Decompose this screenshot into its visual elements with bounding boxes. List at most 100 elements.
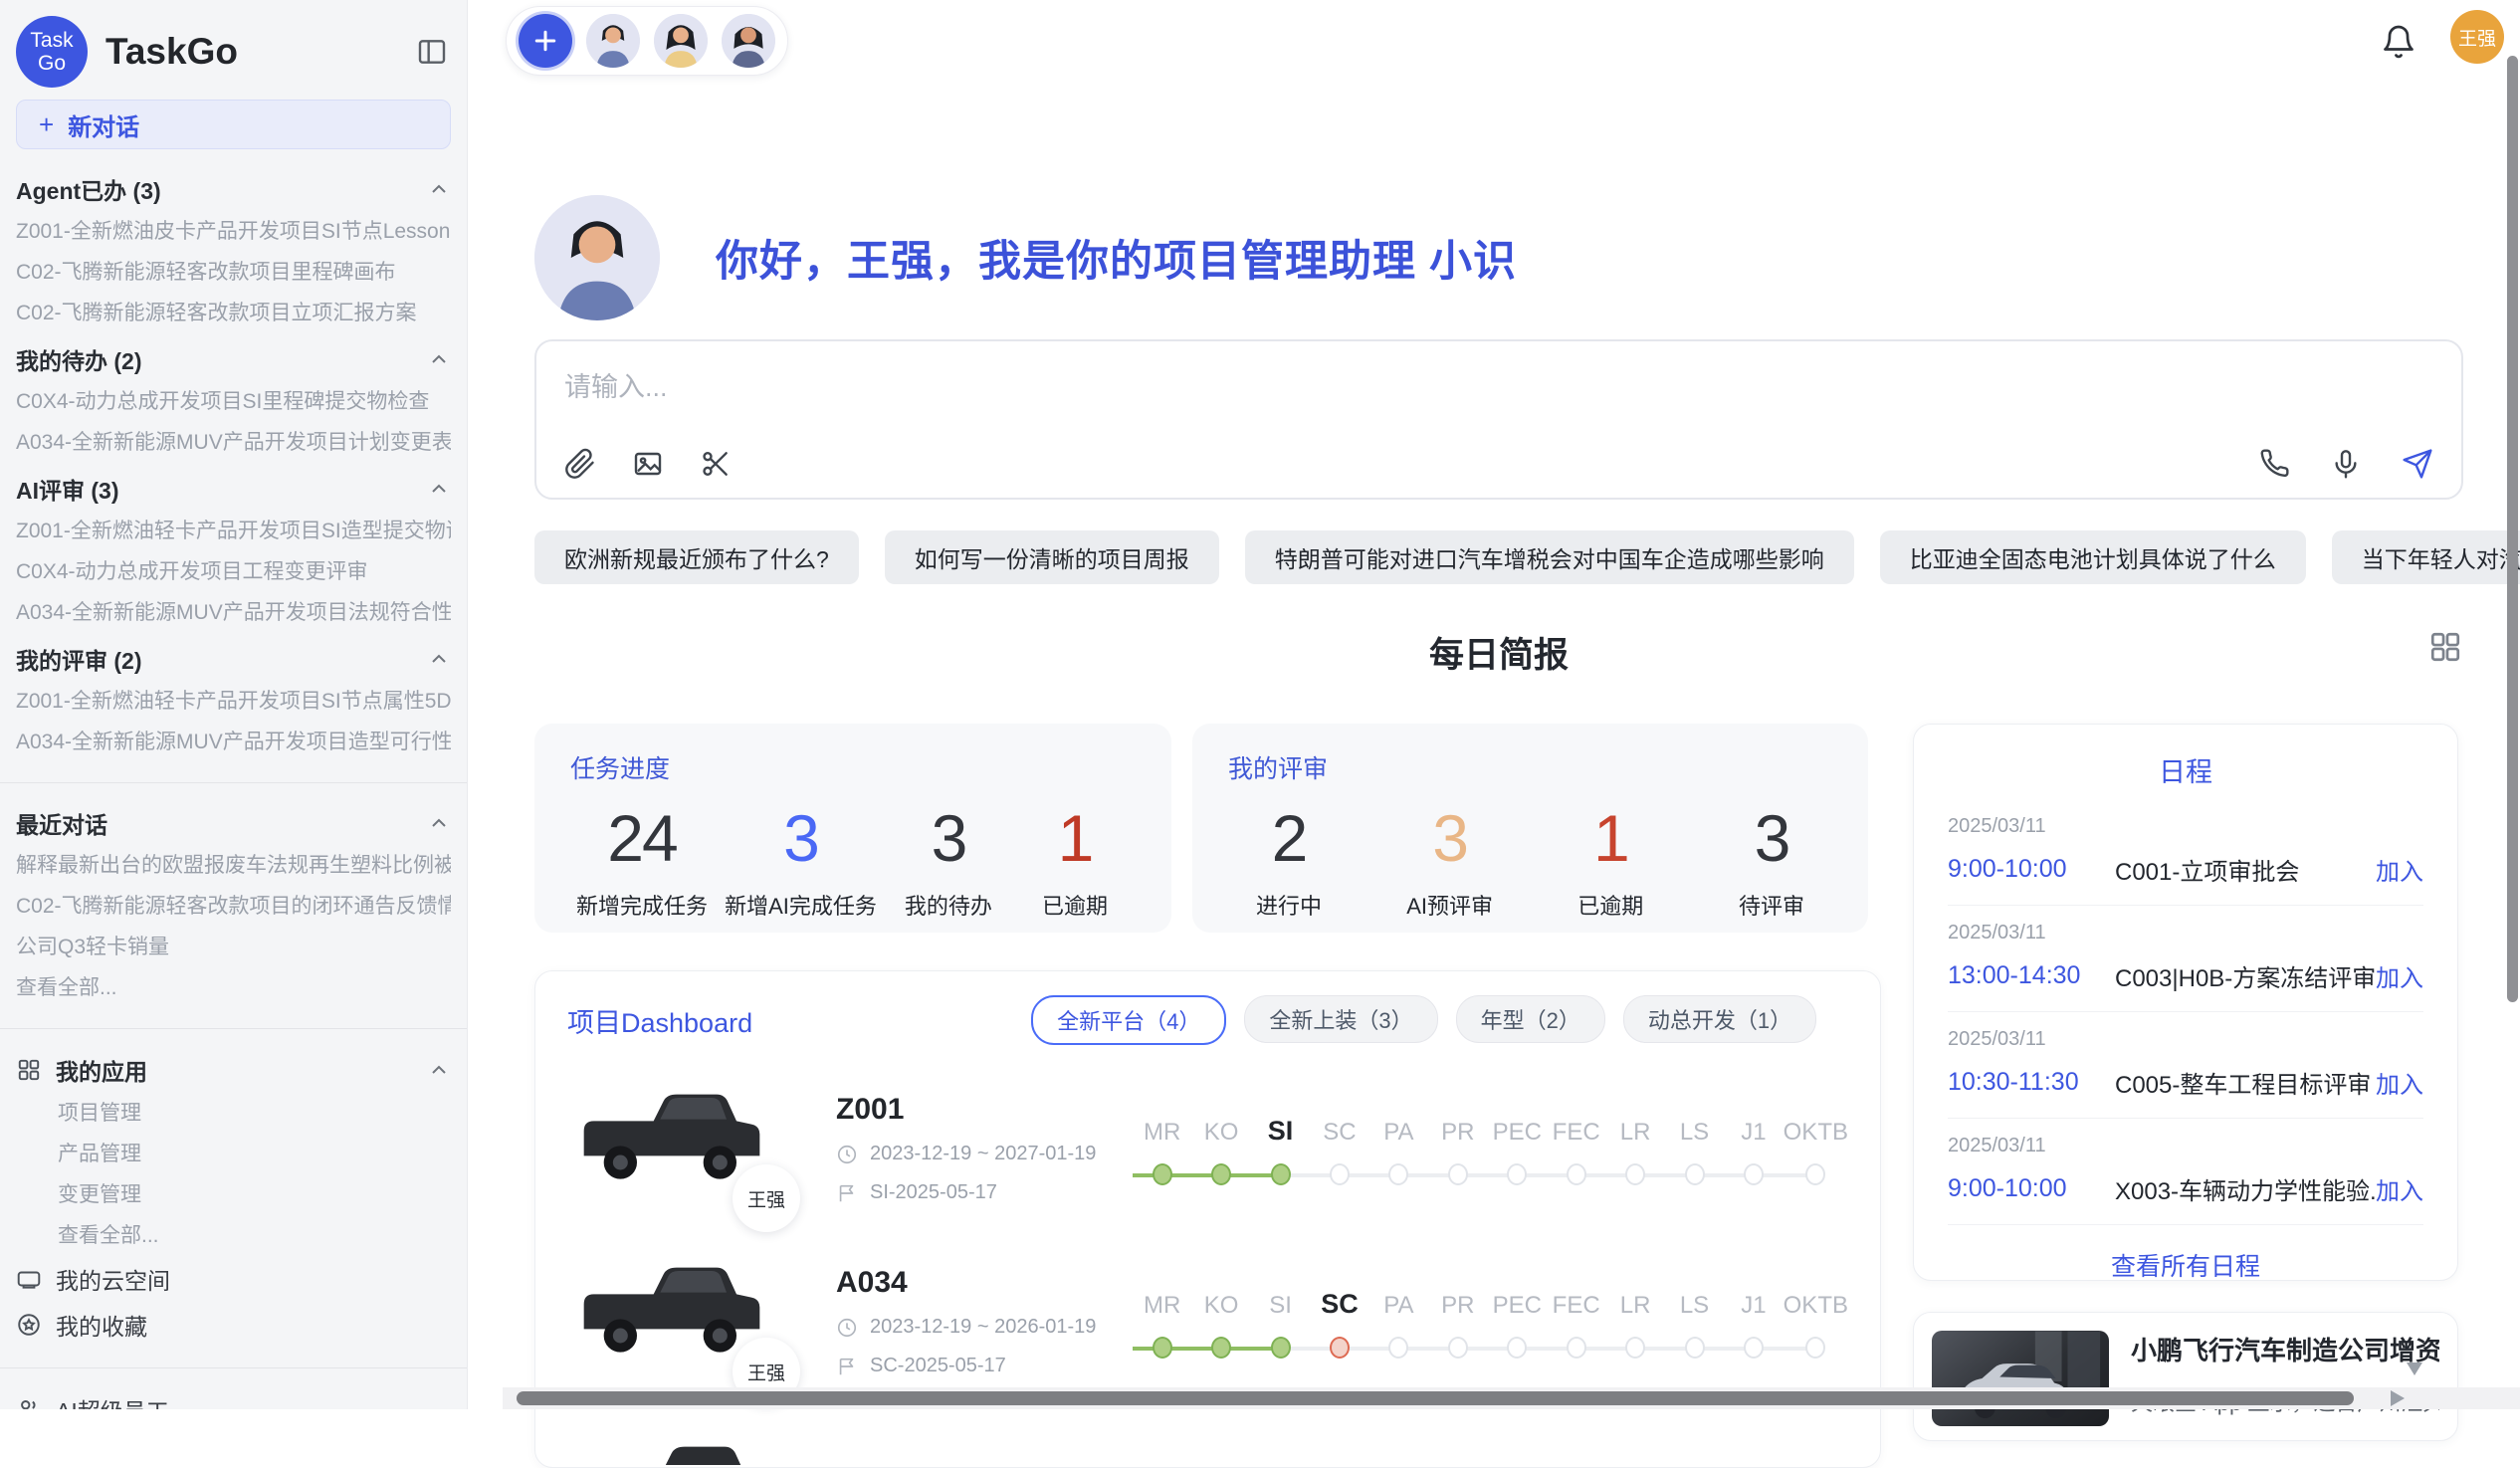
milestone-dot-SC	[1330, 1163, 1350, 1185]
vertical-scrollbar-thumb[interactable]	[2507, 56, 2518, 1002]
task-progress-title: 任务进度	[570, 749, 1136, 785]
owner-name: 王强	[747, 1359, 785, 1385]
news-title: 小鹏飞行汽车制造公司增资	[2131, 1331, 2439, 1367]
member-avatar-2[interactable]	[654, 14, 708, 68]
apps-grid-icon	[16, 1057, 42, 1083]
project-list: 王强 Z001 2023-12-19 ~ 2027-01-19 SI-2025-…	[567, 1079, 1848, 1391]
horizontal-scrollbar[interactable]	[503, 1387, 2520, 1409]
milestone-dot-J1	[1744, 1163, 1764, 1185]
send-icon[interactable]	[2402, 448, 2433, 480]
suggestion-chip[interactable]: 特朗普可能对进口汽车增税会对中国车企造成哪些影响	[1245, 530, 1854, 584]
sidebar-task-item[interactable]: A034-全新新能源MUV产品开发项目造型可行性评审	[16, 722, 451, 762]
milestone-SI: SI	[1251, 1111, 1310, 1190]
join-button[interactable]: 加入	[2376, 852, 2423, 887]
my-apps-header[interactable]: 我的应用	[16, 1047, 451, 1093]
attachment-icon[interactable]	[564, 448, 596, 480]
chevron-up-icon[interactable]	[427, 347, 451, 371]
suggestion-chip[interactable]: 比亚迪全固态电池计划具体说了什么	[1880, 530, 2306, 584]
join-button[interactable]: 加入	[2376, 1171, 2423, 1206]
truck-image	[567, 1079, 766, 1196]
cloud-space-link[interactable]: 我的云空间	[16, 1256, 451, 1302]
filter-chip[interactable]: 动总开发（1）	[1623, 995, 1816, 1043]
sidebar-task-item[interactable]: Z001-全新燃油轻卡产品开发项目SI造型提交物评审	[16, 511, 451, 551]
app-item[interactable]: 产品管理	[16, 1134, 451, 1174]
sidebar-task-item[interactable]: C0X4-动力总成开发项目SI里程碑提交物检查	[16, 381, 451, 422]
suggestion-chip[interactable]: 欧洲新规最近颁布了什么?	[534, 530, 859, 584]
chevron-up-icon[interactable]	[427, 477, 451, 501]
milestone-LS: LS	[1665, 1284, 1724, 1363]
task-progress-stats: 24 新增完成任务 3 新增AI完成任务 3 我的待办 1 已逾期	[570, 803, 1136, 921]
sidebar-task-item[interactable]: A034-全新新能源MUV产品开发项目计划变更表编写	[16, 422, 451, 463]
section-header[interactable]: AI评审 (3)	[16, 467, 451, 511]
sidebar-task-item[interactable]: C02-飞腾新能源轻客改款项目里程碑画布	[16, 252, 451, 293]
horizontal-scrollbar-thumb[interactable]	[517, 1391, 2354, 1405]
image-icon[interactable]	[632, 448, 664, 480]
suggestion-chip[interactable]: 当下年轻人对汽车外观有怎样的喜好趋势	[2332, 530, 2520, 584]
recent-chat-item[interactable]: 解释最新出台的欧盟报废车法规再生塑料比例被调至15%...	[16, 845, 451, 886]
section-header[interactable]: 我的评审 (2)	[16, 637, 451, 681]
recent-chats-header[interactable]: 最近对话	[16, 801, 451, 845]
app-item[interactable]: 变更管理	[16, 1174, 451, 1215]
milestone-FEC: FEC	[1547, 1111, 1605, 1190]
sidebar-task-item[interactable]: A034-全新新能源MUV产品开发项目法规符合性评审	[16, 592, 451, 633]
member-avatar-1[interactable]	[586, 14, 640, 68]
chevron-up-icon[interactable]	[427, 1058, 451, 1082]
milestone-SC: SC	[1310, 1111, 1368, 1190]
milestone-MR: MR	[1133, 1284, 1191, 1363]
recent-chat-item[interactable]: 公司Q3轻卡销量	[16, 927, 451, 967]
filter-chip[interactable]: 全新上装（3）	[1244, 995, 1437, 1043]
chevron-up-icon[interactable]	[427, 811, 451, 835]
user-avatar[interactable]: 王强	[2450, 10, 2504, 64]
schedule-event: 2025/03/11 9:00-10:00 C001-立项审批会 加入	[1948, 799, 2423, 906]
phone-icon[interactable]	[2258, 448, 2290, 480]
filter-chip[interactable]: 年型（2）	[1456, 995, 1605, 1043]
sidebar-task-item[interactable]: C02-飞腾新能源轻客改款项目立项汇报方案	[16, 293, 451, 333]
date-range-text: 2023-12-19 ~ 2026-01-19	[870, 1316, 1096, 1339]
filter-chip[interactable]: 全新平台（4）	[1031, 995, 1226, 1045]
chevron-up-icon[interactable]	[427, 177, 451, 201]
project-image-block: 王强	[567, 1252, 782, 1391]
scroll-right-arrow[interactable]	[2391, 1390, 2405, 1406]
news-card[interactable]: 小鹏飞行汽车制造公司增资 天眼查 App 显示，近日广州汇天飞行汽...	[1913, 1312, 2458, 1441]
app-item[interactable]: 查看全部...	[16, 1215, 451, 1256]
logo-text-top: Task	[30, 29, 73, 52]
sidebar-task-item[interactable]: C0X4-动力总成开发项目工程变更评审	[16, 551, 451, 592]
recent-chat-item[interactable]: C02-飞腾新能源轻客改款项目的闭环通告反馈情况	[16, 886, 451, 927]
sidebar-task-item[interactable]: Z001-全新燃油皮卡产品开发项目SI节点Lesson Learn报告	[16, 211, 451, 252]
stat-item: 1 已逾期	[1020, 803, 1130, 921]
recent-chat-item[interactable]: 查看全部...	[16, 967, 451, 1008]
app-item[interactable]: 项目管理	[16, 1093, 451, 1134]
milestone-dot-SI	[1271, 1337, 1291, 1359]
join-button[interactable]: 加入	[2376, 1065, 2423, 1100]
project-milestone-note: SC-2025-05-17	[836, 1355, 1105, 1377]
new-chat-button[interactable]: + 新对话	[16, 100, 451, 149]
notification-bell-icon[interactable]	[2381, 24, 2416, 60]
chat-input-box[interactable]: 请输入...	[534, 339, 2463, 500]
event-row: 9:00-10:00 X003-车辆动力学性能验... 加入	[1948, 1171, 2423, 1206]
logo-text-bottom: Go	[38, 52, 66, 75]
add-button[interactable]	[519, 14, 572, 68]
section-header[interactable]: Agent已办 (3)	[16, 167, 451, 211]
sidebar-collapse-icon[interactable]	[413, 33, 451, 71]
sidebar-section: Agent已办 (3) Z001-全新燃油皮卡产品开发项目SI节点Lesson …	[16, 167, 451, 333]
greeting-text: 你好，王强，我是你的项目管理助理 小识	[716, 227, 1517, 289]
milestone-note-text: SC-2025-05-17	[870, 1355, 1006, 1377]
ai-employee-link[interactable]: AI超级员工	[16, 1386, 451, 1409]
scroll-down-arrow[interactable]	[2407, 1363, 2422, 1375]
milestone-FEC: FEC	[1547, 1284, 1605, 1363]
member-avatar-3[interactable]	[722, 14, 775, 68]
scissors-icon[interactable]	[700, 448, 732, 480]
project-date-range: 2023-12-19 ~ 2027-01-19	[836, 1143, 1105, 1165]
microphone-icon[interactable]	[2330, 448, 2362, 480]
dashboard-header: 项目Dashboard 全新平台（4） 全新上装（3） 年型（2） 动总开发（1…	[567, 995, 1848, 1045]
project-row[interactable]: 王强 Z001 2023-12-19 ~ 2027-01-19 SI-2025-…	[567, 1079, 1848, 1218]
project-row[interactable]: 王强 A034 2023-12-19 ~ 2026-01-19 SC-2025-…	[567, 1252, 1848, 1391]
chevron-up-icon[interactable]	[427, 647, 451, 671]
join-button[interactable]: 加入	[2376, 958, 2423, 993]
view-all-schedule-link[interactable]: 查看所有日程	[1948, 1225, 2423, 1305]
suggestion-chip[interactable]: 如何写一份清晰的项目周报	[885, 530, 1219, 584]
favorites-link[interactable]: 我的收藏	[16, 1302, 451, 1348]
sidebar-task-item[interactable]: Z001-全新燃油轻卡产品开发项目SI节点属性5D文件评审	[16, 681, 451, 722]
layout-grid-icon[interactable]	[2427, 629, 2463, 665]
section-header[interactable]: 我的待办 (2)	[16, 337, 451, 381]
